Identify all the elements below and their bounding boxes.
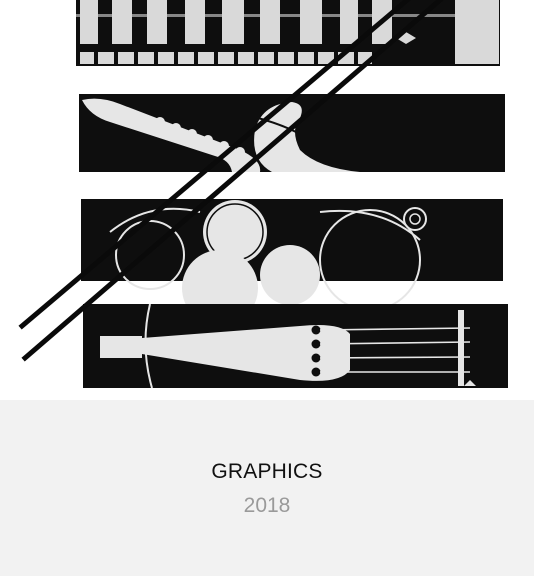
project-card[interactable]: GRAPHICS 2018 <box>0 0 534 576</box>
project-year: 2018 <box>243 494 291 517</box>
project-title[interactable]: GRAPHICS <box>0 460 534 484</box>
artwork-image[interactable] <box>0 0 534 400</box>
saxophone-strip <box>79 94 505 172</box>
piano-strip <box>76 0 500 66</box>
violin-strip <box>83 303 508 389</box>
caption-panel <box>0 400 534 576</box>
